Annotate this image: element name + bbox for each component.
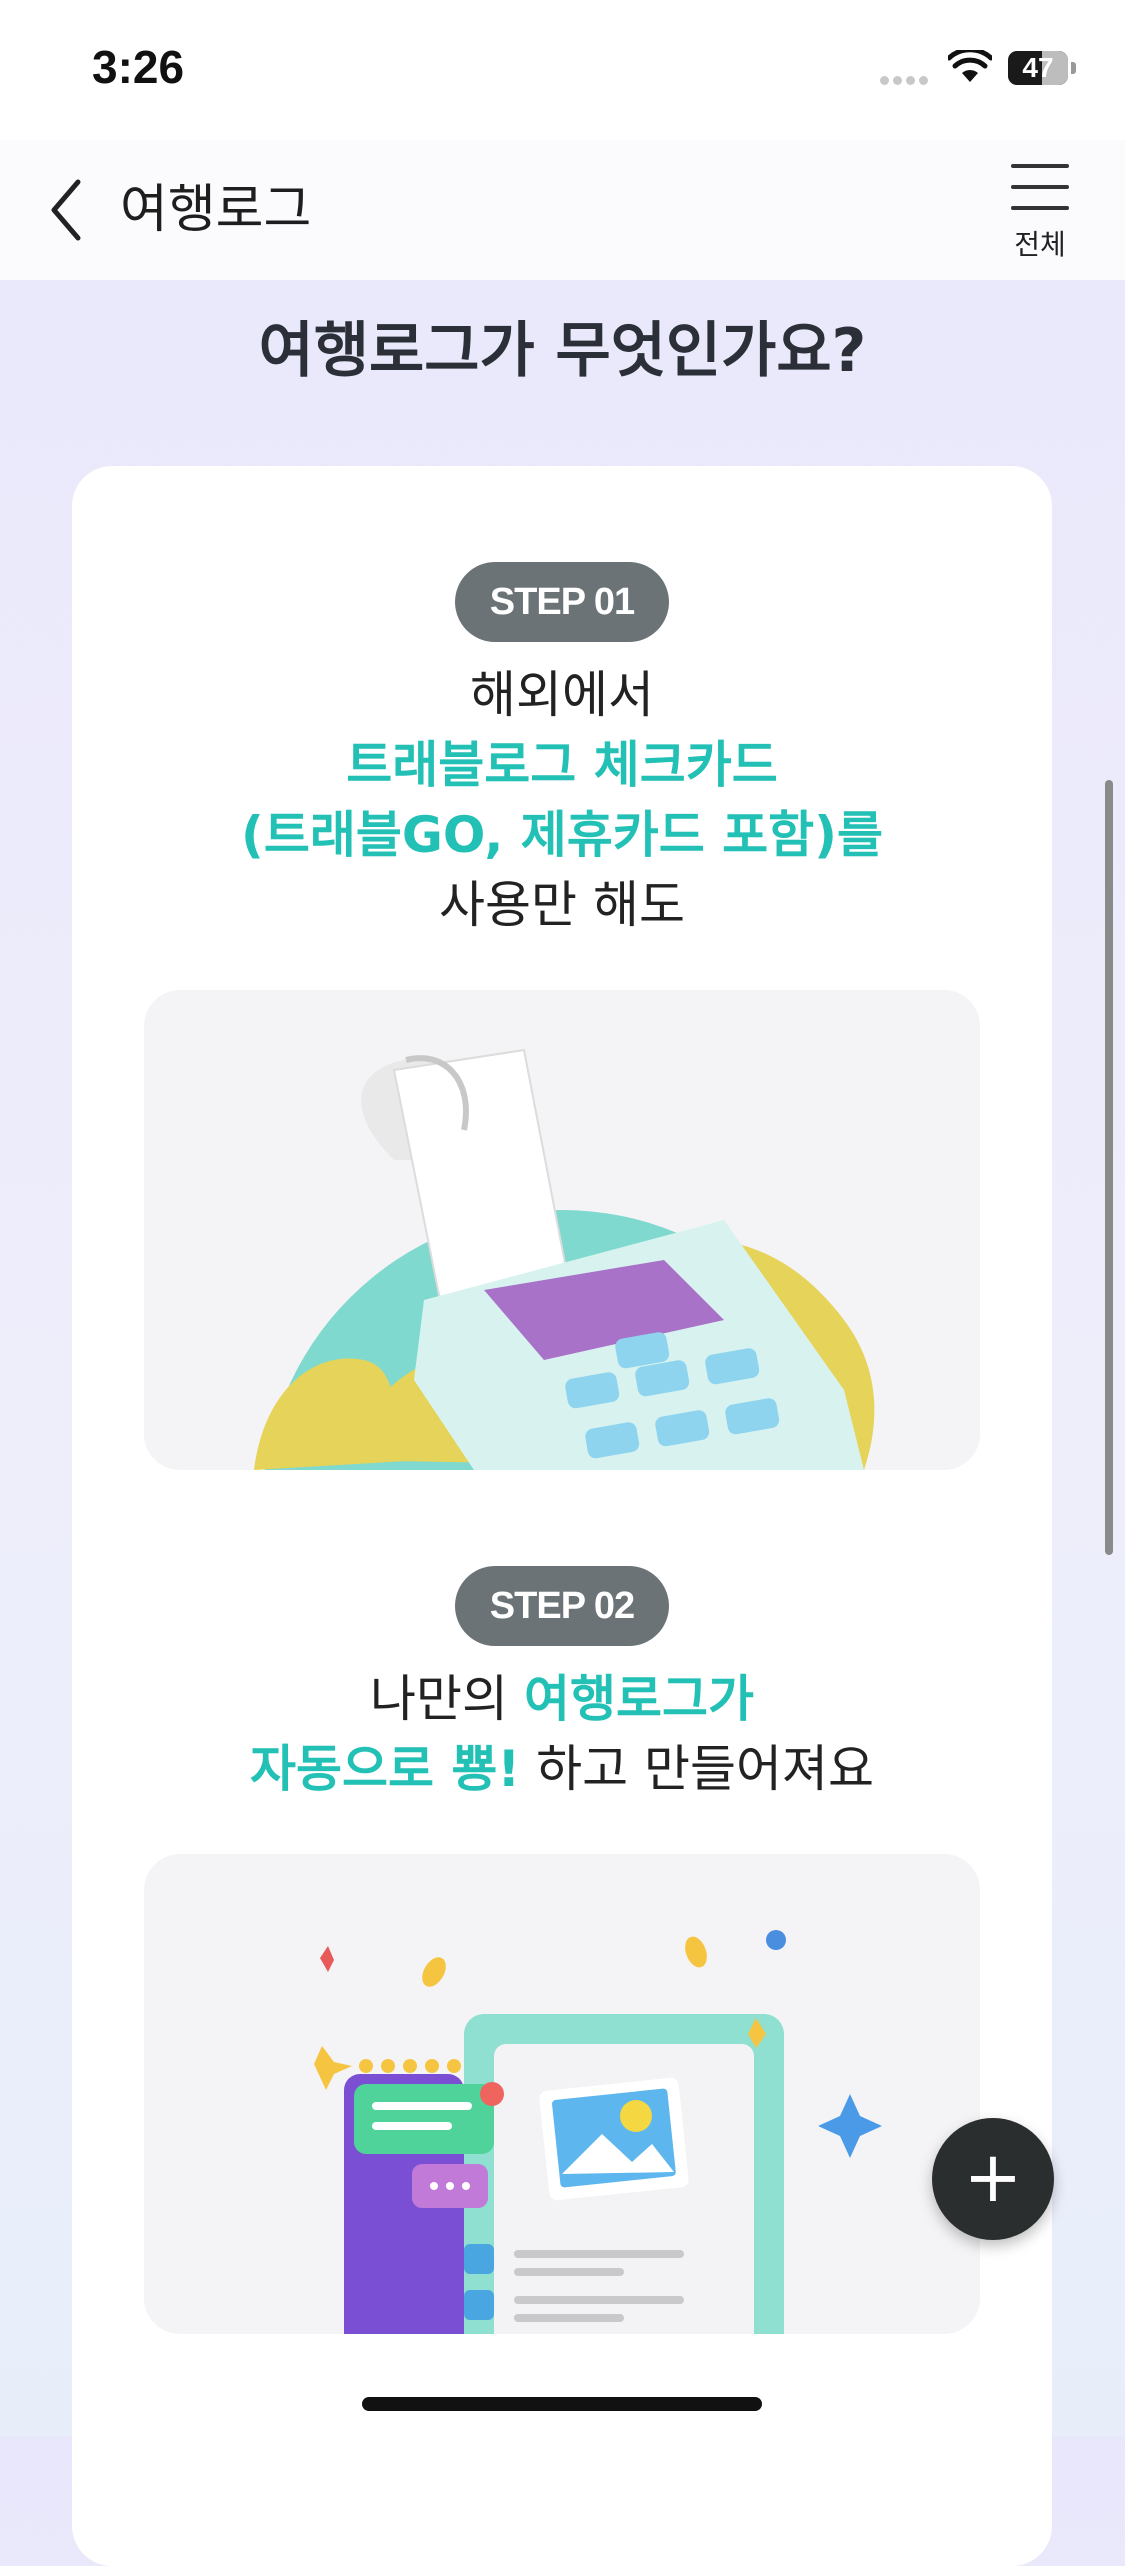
status-time: 3:26 [92,41,185,93]
battery-icon: 47 [1008,51,1068,85]
step-badge-2: STEP 02 [455,1566,669,1646]
status-bar: 3:26 47 [0,0,1125,140]
page-title: 여행로그 [120,180,312,240]
step-2-line-2: 자동으로 뿅! 하고 만들어져요 [72,1734,1052,1804]
nav-bar: 여행로그 전체 [0,140,1125,280]
menu-label: 전체 [1014,228,1066,261]
step-2-line-1-highlight: 여행로그가 [523,1670,754,1728]
add-button[interactable]: + [932,2118,1054,2240]
home-indicator [362,2397,762,2411]
steps-card: STEP 01 해외에서 트래블로그 체크카드 (트래블GO, 제휴카드 포함)… [72,466,1052,2566]
travel-log-illustration [144,1854,980,2334]
step-2-line-2-plain: 하고 만들어져요 [520,1740,874,1798]
scrollbar[interactable] [1105,780,1113,1555]
step-2-description: 나만의 여행로그가 자동으로 뿅! 하고 만들어져요 [72,1664,1052,1804]
hamburger-menu-icon [1000,164,1080,210]
battery-tip [1071,62,1076,74]
step-2-line-1-plain: 나만의 [370,1670,524,1728]
section-heading: 여행로그가 무엇인가요? [258,316,867,386]
step-2-line-1: 나만의 여행로그가 [72,1664,1052,1734]
step-1-line-4: 사용만 해도 [439,876,685,934]
back-chevron-icon[interactable] [40,170,100,250]
plus-icon: + [963,2136,1023,2218]
step-1-description: 해외에서 트래블로그 체크카드 (트래블GO, 제휴카드 포함)를 사용만 해도 [72,660,1052,940]
card-payment-illustration [144,990,980,1470]
cellular-signal-icon [880,70,936,85]
step-1-line-1: 해외에서 [470,666,654,724]
menu-all-button[interactable]: 전체 [1000,164,1080,274]
step-2-line-2-highlight: 자동으로 뿅! [249,1740,521,1798]
step-badge-1: STEP 01 [455,562,669,642]
battery-level: 47 [1022,52,1054,83]
wifi-icon [948,50,992,82]
step-1-line-3: (트래블GO, 제휴카드 포함)를 [241,806,883,864]
step-1-line-2: 트래블로그 체크카드 [346,736,778,794]
